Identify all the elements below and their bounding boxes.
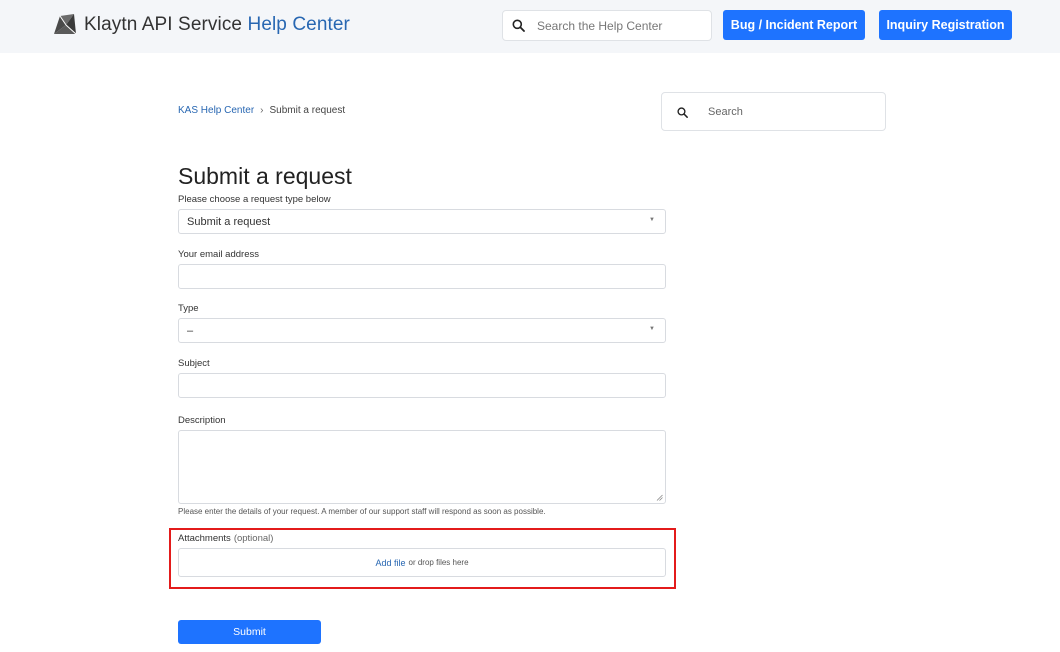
klaytn-logo-icon (54, 14, 77, 35)
breadcrumb: KAS Help Center › Submit a request (178, 105, 345, 116)
side-search-input[interactable] (708, 104, 878, 120)
description-field-wrapper (178, 430, 666, 504)
search-icon (512, 19, 525, 32)
caret-down-icon: ▼ (649, 217, 655, 223)
request-type-label: Please choose a request type below (178, 194, 331, 205)
bug-incident-report-button[interactable]: Bug / Incident Report (723, 10, 865, 40)
email-field-wrapper (178, 264, 666, 289)
search-icon (677, 107, 688, 118)
request-type-select[interactable]: Submit a request ▼ (178, 209, 666, 234)
description-field[interactable] (179, 431, 665, 503)
attachments-label: Attachments (optional) (178, 533, 273, 544)
subject-field[interactable] (179, 374, 665, 397)
header-search-box[interactable] (502, 10, 712, 41)
breadcrumb-current: Submit a request (269, 105, 346, 116)
resize-handle-icon[interactable] (656, 494, 663, 501)
add-file-link[interactable]: Add file (375, 558, 405, 568)
email-field[interactable] (179, 265, 665, 288)
attachments-optional: (optional) (233, 533, 274, 544)
logo-title: Klaytn API Service Help Center (84, 14, 350, 36)
subject-field-wrapper (178, 373, 666, 398)
type-value: – (187, 324, 194, 337)
description-label: Description (178, 415, 226, 426)
subject-label: Subject (178, 358, 210, 369)
inquiry-registration-button[interactable]: Inquiry Registration (879, 10, 1012, 40)
drop-files-text: or drop files here (408, 558, 469, 567)
submit-button[interactable]: Submit (178, 620, 321, 644)
type-select[interactable]: – ▼ (178, 318, 666, 343)
logo-suffix: Help Center (247, 14, 350, 35)
breadcrumb-separator: › (260, 105, 264, 116)
attachments-dropzone[interactable]: Add file or drop files here (178, 548, 666, 577)
email-label: Your email address (178, 249, 259, 260)
breadcrumb-home-link[interactable]: KAS Help Center (178, 105, 254, 116)
logo-brand: Klaytn API Service (84, 14, 243, 35)
description-hint: Please enter the details of your request… (178, 507, 546, 516)
site-logo[interactable]: Klaytn API Service Help Center (52, 13, 350, 37)
type-label: Type (178, 303, 199, 314)
side-search-box[interactable] (661, 92, 886, 131)
site-header: Klaytn API Service Help Center Bug / Inc… (0, 0, 1060, 53)
request-type-value: Submit a request (187, 215, 271, 228)
attachments-label-text: Attachments (178, 533, 231, 544)
header-search-input[interactable] (537, 17, 705, 35)
page-title: Submit a request (178, 163, 352, 189)
caret-down-icon: ▼ (649, 326, 655, 332)
